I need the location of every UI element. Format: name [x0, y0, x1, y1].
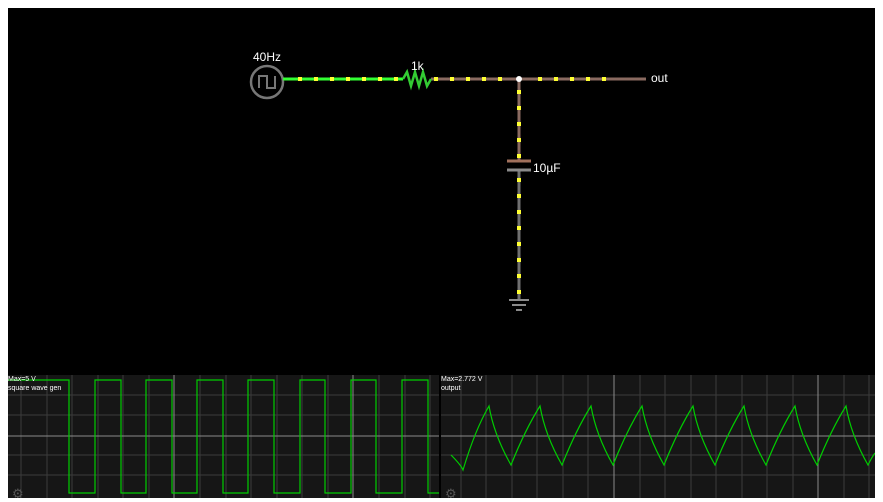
capacitor-label: 10µF — [533, 161, 561, 175]
gear-icon[interactable]: ⚙ — [445, 487, 457, 498]
output-label: out — [651, 71, 668, 85]
capacitor-icon[interactable] — [507, 159, 531, 172]
scope-max-label: Max=2.772 V — [441, 376, 483, 383]
square-wave-source-icon[interactable] — [249, 64, 285, 100]
scope-name-label: square wave gen — [8, 385, 62, 392]
scope-name-label: output — [441, 385, 461, 392]
circuit-diagram[interactable] — [8, 8, 875, 368]
source-frequency-label: 40Hz — [253, 50, 282, 64]
junction-node — [516, 76, 522, 82]
resistor-icon[interactable] — [401, 67, 433, 91]
gear-icon[interactable]: ⚙ — [12, 487, 24, 498]
circuit-canvas[interactable]: 40Hz 1k 10µF out Max=5 V square wave gen… — [8, 8, 875, 498]
output-trace — [450, 404, 875, 472]
scope-output[interactable]: Max=2.772 V output ⚙ — [441, 375, 875, 498]
scope-square-wave[interactable]: Max=5 V square wave gen ⚙ — [8, 375, 439, 498]
scope-max-label: Max=5 V — [8, 376, 36, 383]
resistor-label: 1k — [411, 59, 424, 73]
current-dots — [298, 77, 606, 294]
scope-square-wave-plot — [8, 375, 439, 498]
ground-icon[interactable] — [509, 299, 529, 311]
scope-output-plot — [441, 375, 875, 498]
